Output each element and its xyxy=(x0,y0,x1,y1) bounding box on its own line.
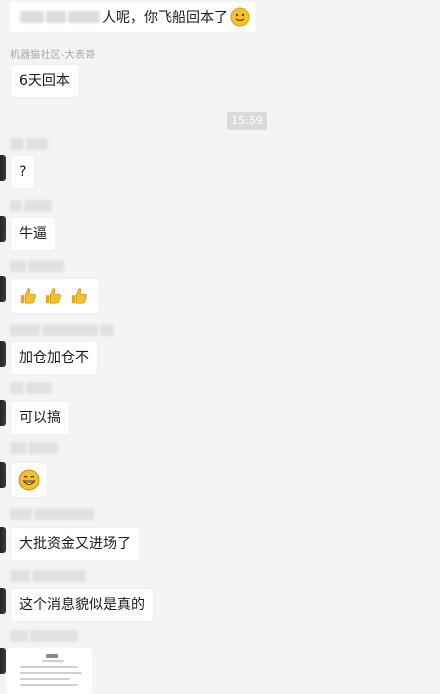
thumbs-up-icon xyxy=(71,288,87,304)
message-text: 人呢，你飞船回本了 xyxy=(102,10,228,26)
blurred-sender xyxy=(10,630,78,644)
avatar xyxy=(0,588,6,614)
blurred-name-segment xyxy=(68,11,100,23)
message-bubble-2[interactable]: 6天回本 xyxy=(11,65,78,97)
smile-face-icon xyxy=(230,7,250,27)
blurred-name-segment xyxy=(20,11,44,23)
message-bubble-3[interactable]: ? xyxy=(11,156,35,188)
avatar xyxy=(0,216,6,242)
blurred-sender xyxy=(10,138,48,152)
thumbs-up-icon xyxy=(46,288,62,304)
message-bubble-5[interactable] xyxy=(11,279,99,313)
message-bubble-10[interactable]: 这个消息貌似是真的 xyxy=(11,589,153,621)
message-bubble-8[interactable] xyxy=(11,463,47,497)
avatar xyxy=(0,341,6,367)
blurred-sender xyxy=(10,508,94,522)
blurred-sender xyxy=(10,200,52,214)
grin-face-icon xyxy=(18,469,40,491)
avatar xyxy=(0,400,6,426)
avatar xyxy=(0,462,6,488)
blurred-sender xyxy=(10,324,114,338)
message-bubble-4[interactable]: 牛逼 xyxy=(11,218,55,250)
document-preview-card[interactable] xyxy=(6,648,92,694)
timestamp-badge: 15:59 xyxy=(227,112,267,130)
message-bubble-1[interactable]: 人呢，你飞船回本了 xyxy=(10,2,256,32)
message-bubble-9[interactable]: 大批资金又进场了 xyxy=(11,528,139,560)
message-bubble-7[interactable]: 可以搞 xyxy=(11,402,69,434)
sender-name: 机器猫社区-大表哥 xyxy=(10,50,96,61)
blurred-sender xyxy=(10,382,52,396)
message-bubble-6[interactable]: 加仓加仓不 xyxy=(11,342,97,374)
avatar xyxy=(0,276,6,302)
blurred-sender xyxy=(10,442,58,456)
blurred-sender xyxy=(10,260,64,274)
avatar xyxy=(0,155,6,181)
blurred-sender xyxy=(10,570,86,584)
blurred-name-segment xyxy=(46,11,66,23)
avatar xyxy=(0,527,6,553)
thumbs-up-icon xyxy=(20,288,36,304)
chat-window: 人呢，你飞船回本了 机器猫社区-大表哥 6天回本 15:59 ? 牛逼 加仓加仓… xyxy=(0,0,440,694)
